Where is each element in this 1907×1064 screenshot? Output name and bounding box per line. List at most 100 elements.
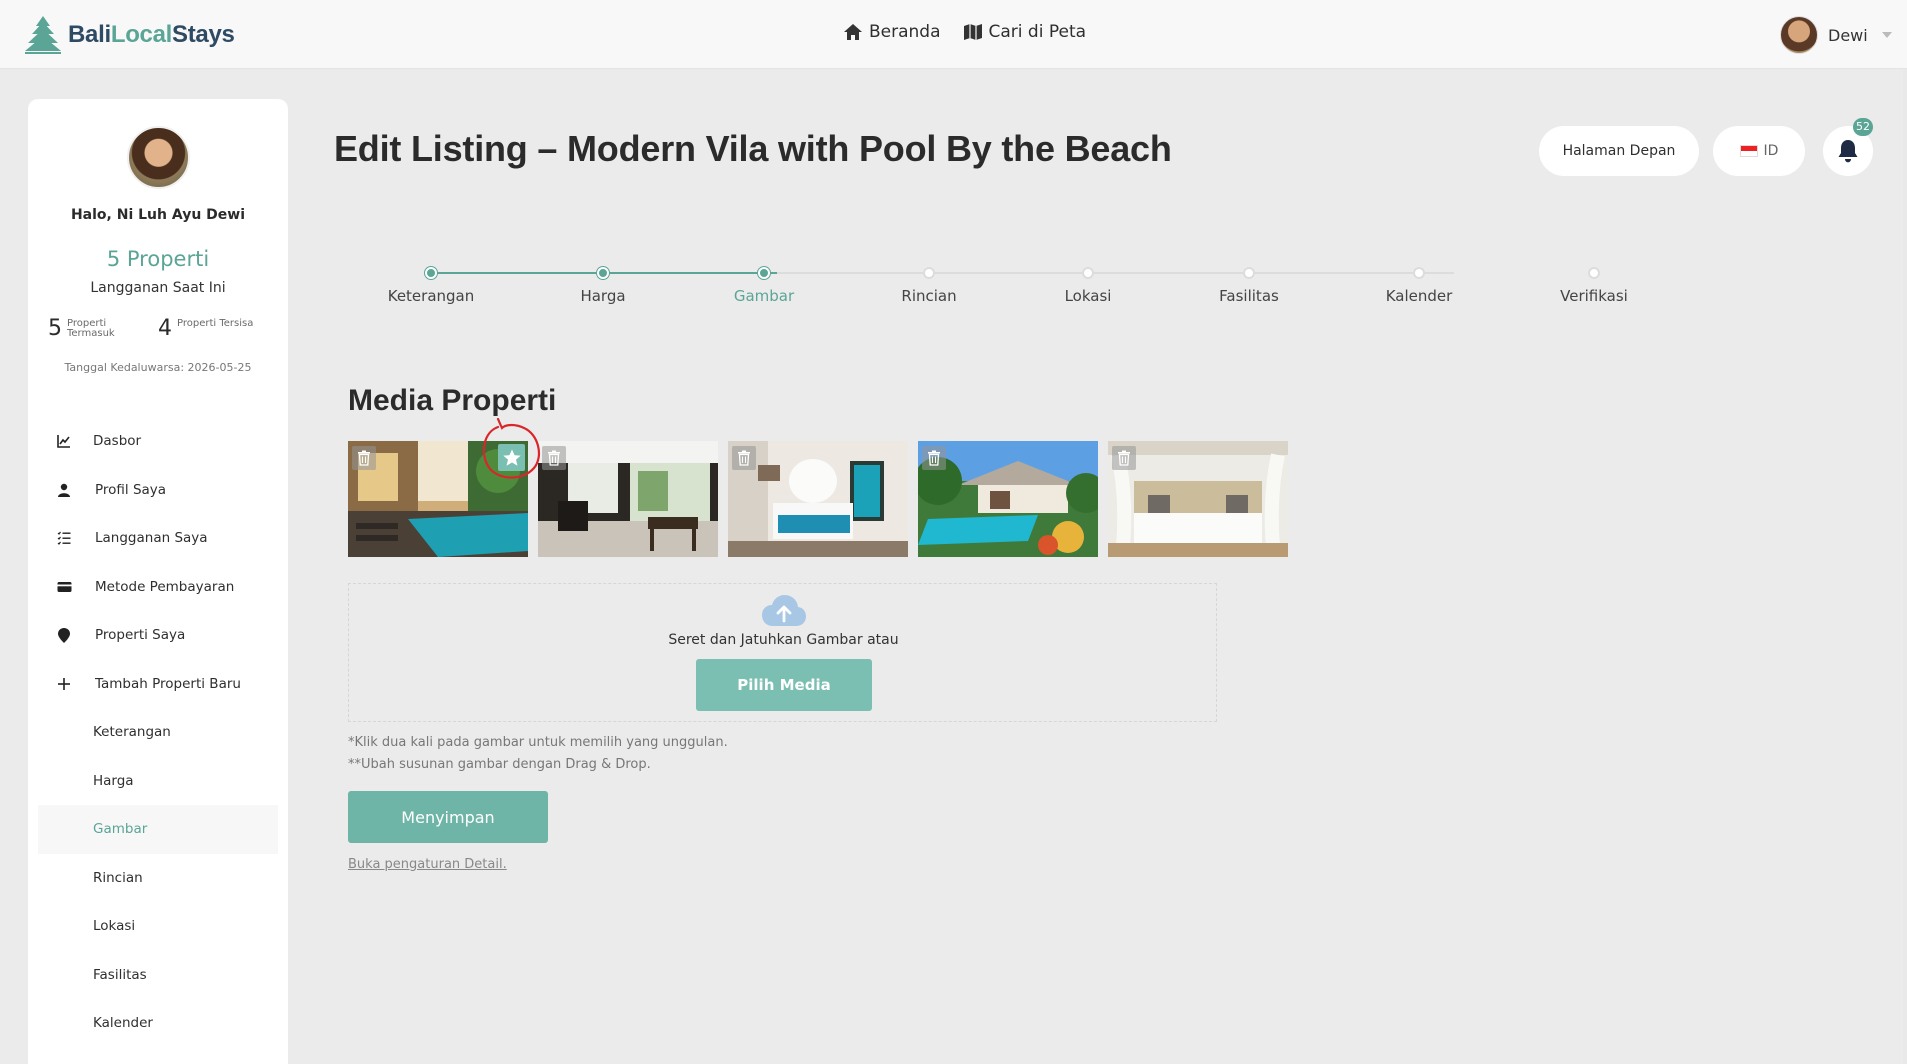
- step-dot: [1082, 267, 1094, 279]
- step-label: Harga: [580, 287, 626, 305]
- sidebar-item-dasbor[interactable]: Dasbor: [28, 417, 288, 466]
- plus-icon: [56, 676, 72, 692]
- delete-image-button[interactable]: [542, 446, 566, 470]
- featured-image-button[interactable]: [498, 444, 525, 471]
- plan-label: Langganan Saat Ini: [90, 280, 226, 296]
- sidebar-item-label: Kalender: [93, 1015, 153, 1032]
- stat-label: Properti Termasuk: [67, 318, 115, 339]
- media-gallery: [348, 441, 1288, 557]
- stat-label: Properti Tersisa: [177, 318, 254, 329]
- media-thumbnail-bedroom-blue[interactable]: [728, 441, 908, 557]
- sidebar-item-label: Langganan Saya: [95, 530, 208, 547]
- credit-card-icon: [56, 579, 72, 595]
- page-title: Edit Listing – Modern Vila with Pool By …: [334, 128, 1172, 169]
- sidebar-subitem-gambar[interactable]: Gambar: [38, 805, 278, 854]
- section-title: Media Properti: [348, 384, 557, 417]
- step-dot: [923, 267, 935, 279]
- media-thumbnail-canopy-bed[interactable]: [1108, 441, 1288, 557]
- sidebar-subitem-harga[interactable]: Harga: [28, 757, 288, 806]
- trash-icon: [548, 450, 560, 466]
- map-pin-icon: [56, 627, 72, 643]
- avatar: [1780, 16, 1818, 54]
- trash-icon: [358, 450, 370, 466]
- brand-logo[interactable]: BaliLocalStays: [22, 14, 235, 56]
- trash-icon: [738, 450, 750, 466]
- step-rincian[interactable]: Rincian: [849, 262, 1009, 305]
- open-details-link[interactable]: Buka pengaturan Detail.: [348, 857, 507, 872]
- step-dot: [1243, 267, 1255, 279]
- list-check-icon: [56, 530, 72, 546]
- sidebar-item-label: Keterangan: [93, 724, 171, 741]
- choose-media-button[interactable]: Pilih Media: [696, 659, 872, 711]
- nav-map-link[interactable]: Cari di Peta: [963, 22, 1086, 42]
- sidebar-item-tambah[interactable]: Tambah Properti Baru: [28, 660, 288, 709]
- sidebar-item-label: Tambah Properti Baru: [95, 675, 241, 692]
- pagoda-tree-icon: [25, 16, 61, 54]
- plan-count: 5 Properti: [106, 247, 210, 271]
- step-label: Kalender: [1385, 287, 1453, 305]
- stat-remaining: 4 Properti Tersisa: [158, 317, 257, 341]
- delete-image-button[interactable]: [922, 446, 946, 470]
- step-fasilitas[interactable]: Fasilitas: [1169, 262, 1329, 305]
- user-menu[interactable]: Dewi: [1780, 16, 1892, 54]
- delete-image-button[interactable]: [1112, 446, 1136, 470]
- sidebar-item-langganan[interactable]: Langganan Saya: [28, 514, 288, 563]
- star-icon: [502, 449, 521, 466]
- nav-home-link[interactable]: Beranda: [843, 22, 941, 42]
- map-icon: [963, 24, 982, 40]
- step-dot: [1413, 267, 1425, 279]
- media-thumbnail-garden-pool[interactable]: [918, 441, 1098, 557]
- sidebar-item-label: Rincian: [93, 869, 143, 886]
- expiry-date: Tanggal Kedaluwarsa: 2026-05-25: [64, 361, 252, 374]
- sidebar: Halo, Ni Luh Ayu Dewi 5 Properti Langgan…: [28, 99, 288, 1064]
- indonesia-flag-icon: [1739, 145, 1758, 157]
- step-dot: [1588, 267, 1600, 279]
- delete-image-button[interactable]: [732, 446, 756, 470]
- sidebar-subitem-keterangan[interactable]: Keterangan: [28, 708, 288, 757]
- brand-name: BaliLocalStays: [68, 21, 235, 48]
- step-lokasi[interactable]: Lokasi: [1008, 262, 1168, 305]
- notification-count-badge: 52: [1853, 118, 1873, 136]
- stat-included: 5 Properti Termasuk: [48, 317, 125, 341]
- media-thumbnail-living-room[interactable]: [538, 441, 718, 557]
- stat-value: 4: [158, 316, 172, 341]
- chevron-down-icon: [1881, 32, 1892, 38]
- step-keterangan[interactable]: Keterangan: [351, 262, 511, 305]
- step-gambar[interactable]: Gambar: [684, 262, 844, 305]
- sidebar-item-profil[interactable]: Profil Saya: [28, 466, 288, 515]
- page-scrollbar[interactable]: [1903, 69, 1907, 1064]
- sidebar-subitem-fasilitas[interactable]: Fasilitas: [28, 951, 288, 1000]
- step-dot: [758, 267, 770, 279]
- image-dropzone[interactable]: Seret dan Jatuhkan Gambar atau Pilih Med…: [348, 583, 1217, 722]
- hint-featured: *Klik dua kali pada gambar untuk memilih…: [348, 735, 728, 750]
- step-label: Fasilitas: [1219, 287, 1279, 305]
- stat-value: 5: [48, 316, 62, 341]
- profile-avatar: [127, 126, 190, 189]
- sidebar-subitem-rincian[interactable]: Rincian: [28, 854, 288, 903]
- sidebar-item-label: Properti Saya: [95, 627, 186, 644]
- sidebar-item-label: Metode Pembayaran: [95, 578, 235, 595]
- step-label: Gambar: [733, 287, 795, 305]
- delete-image-button[interactable]: [352, 446, 376, 470]
- chart-line-icon: [56, 433, 72, 449]
- sidebar-subitem-kalender[interactable]: Kalender: [28, 999, 288, 1048]
- sidebar-item-label: Dasbor: [93, 433, 142, 450]
- sidebar-subitem-lokasi[interactable]: Lokasi: [28, 902, 288, 951]
- step-label: Rincian: [901, 287, 957, 305]
- cloud-upload-icon: [762, 595, 806, 626]
- sidebar-item-properti[interactable]: Properti Saya: [28, 611, 288, 660]
- step-kalender[interactable]: Kalender: [1339, 262, 1499, 305]
- step-harga[interactable]: Harga: [523, 262, 683, 305]
- nav-home-label: Beranda: [869, 22, 941, 42]
- user-name: Dewi: [1828, 25, 1868, 45]
- sidebar-item-label: Lokasi: [93, 918, 136, 935]
- sidebar-item-pembayaran[interactable]: Metode Pembayaran: [28, 563, 288, 612]
- bell-icon: [1838, 140, 1858, 163]
- save-button[interactable]: Menyimpan: [348, 791, 548, 843]
- home-page-button[interactable]: Halaman Depan: [1539, 126, 1699, 176]
- sidebar-menu: Dasbor Profil Saya Langganan Saya Metode…: [28, 417, 288, 1048]
- step-verifikasi[interactable]: Verifikasi: [1514, 262, 1674, 305]
- language-selector[interactable]: ID: [1713, 126, 1805, 176]
- step-dot: [425, 267, 437, 279]
- media-thumbnail-villa-pool[interactable]: [348, 441, 528, 557]
